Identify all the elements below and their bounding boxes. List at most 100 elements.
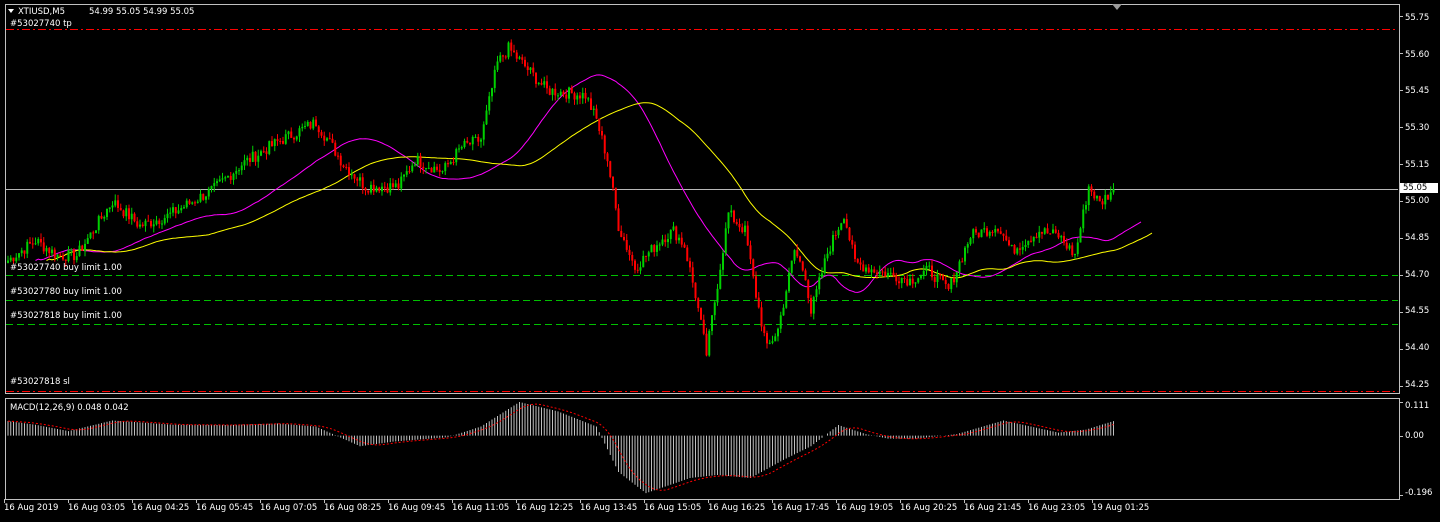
candle-body [1107,194,1109,200]
candle-body [570,87,573,94]
candle-body [911,278,914,284]
candle-body [180,208,183,211]
candle-body [1065,242,1068,249]
candle-body [408,171,411,173]
candle-body [117,200,119,208]
candle [411,161,414,173]
candle [117,194,119,213]
candle-body [493,69,496,89]
candle [227,175,229,179]
candle-body [612,176,614,188]
buy-limit-label-2[interactable]: #53027780 buy limit 1.00 [10,287,122,297]
candle [103,215,106,222]
candle-body [172,207,174,213]
symbol-menu-icon[interactable] [8,9,14,13]
candle-body [815,289,818,298]
candle-body [75,256,78,261]
candle [777,327,779,342]
candle [249,153,251,167]
candle-body [889,272,892,274]
candle-body [364,188,367,191]
candle [353,173,356,184]
candle-body [337,155,339,157]
candle [477,133,480,147]
candle [590,92,592,111]
candle-body [455,149,458,163]
candle [518,55,521,60]
time-tick: 16 Aug 11:05 [452,503,510,513]
candle [78,240,81,257]
candle-body [590,98,592,110]
candle-body [771,341,774,343]
candle-body [249,157,251,162]
stop-loss-label[interactable]: #53027818 sl [10,377,70,387]
candle-body [939,274,942,276]
candle-body [403,174,405,177]
macd-pane-border [5,398,1400,500]
candle [958,259,961,277]
candle-body [1035,236,1038,238]
candle [408,166,411,174]
candle-body [482,124,485,140]
buy-limit-label-1[interactable]: #53027740 buy limit 1.00 [10,263,122,273]
candle [229,171,232,184]
candle [491,87,493,102]
candle [689,257,691,273]
take-profit-label[interactable]: #53027740 tp [10,19,72,29]
candle-body [40,239,42,243]
candle [953,272,955,285]
candle-body [565,94,568,99]
candle [1082,204,1085,233]
candle [180,205,183,214]
candle [108,207,111,213]
candle-body [100,216,103,219]
candle [328,132,331,140]
candle [576,92,579,105]
candle [155,215,158,226]
candle [251,145,254,163]
candle [581,87,584,104]
candle [430,167,433,173]
candle [232,172,235,185]
candle-body [1063,236,1065,243]
candle-body [887,272,889,277]
candle-body [620,230,623,237]
candle-body [716,288,719,303]
candle [1054,225,1057,234]
candle-body [271,141,273,146]
price-chart[interactable] [0,0,1440,522]
candle [843,217,845,224]
candle-body [29,241,31,244]
candle-body [961,261,964,263]
candle-body [840,223,843,230]
candle [1030,235,1032,243]
candle-body [719,269,722,289]
candle-body [881,271,884,273]
candle-body [95,230,97,234]
candle [7,255,9,264]
candle-body [746,225,749,246]
candle-body [458,148,460,150]
candle-body [650,245,653,253]
time-tick: 16 Aug 15:05 [644,503,702,513]
candle-body [188,200,191,204]
candle [524,56,526,68]
candle [925,262,928,276]
candle-body [537,82,540,84]
candle-body [548,88,551,95]
candle-body [34,243,37,245]
candle [449,160,452,165]
buy-limit-label-3[interactable]: #53027818 buy limit 1.00 [10,311,122,321]
candle-body [73,249,75,261]
candle [1013,244,1016,255]
candle-body [843,219,845,224]
candle [183,204,185,209]
candle-body [876,272,878,275]
price-tick: 54.25 [1405,380,1430,390]
current-price-tag: 55.05 [1400,183,1438,193]
candle [562,90,565,98]
candle [642,250,645,268]
candle-body [229,175,232,180]
candle [650,244,653,253]
candle-body [290,131,293,138]
